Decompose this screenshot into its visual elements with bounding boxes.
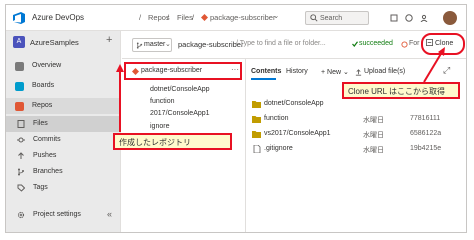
tree-root-item[interactable]: package-subscriber ···	[124, 62, 242, 80]
breadcrumb-chevron-down-icon[interactable]: ⌄	[273, 11, 279, 20]
last-change-date: 水曜日	[363, 147, 384, 154]
sidebar-item-label: Boards	[32, 82, 55, 89]
sidebar-subitem-pushes[interactable]: Pushes	[6, 148, 120, 164]
sidebar-item-repos[interactable]: Repos	[6, 98, 120, 114]
path-search-input[interactable]: / Type to find a file or folder...	[236, 40, 326, 47]
azure-devops-logo-icon[interactable]	[12, 11, 26, 25]
breadcrumb-repo[interactable]: package-subscriber	[210, 13, 275, 22]
fork-icon	[401, 41, 408, 48]
sidebar-subitem-branches[interactable]: Branches	[6, 164, 120, 180]
folder-icon	[252, 131, 261, 138]
user-settings-icon[interactable]	[420, 14, 428, 22]
project-badge: A	[13, 36, 25, 48]
table-row[interactable]: vs2017/ConsoleApp1 水曜日 6586122a	[247, 127, 466, 142]
table-row[interactable]: function 水曜日 77816111	[247, 112, 466, 127]
tree-root-label: package-subscriber	[141, 67, 203, 74]
sidebar-subitem-commits[interactable]: Commits	[6, 132, 120, 148]
breadcrumb-separator: /	[139, 13, 142, 22]
project-settings[interactable]: Project settings «	[6, 207, 120, 223]
upload-icon	[355, 69, 362, 76]
project-header[interactable]: A AzureSamples +	[6, 31, 120, 51]
table-row[interactable]: .gitignore 水曜日 19b4215e	[247, 142, 466, 157]
help-icon[interactable]	[405, 14, 413, 22]
sidebar-item-overview[interactable]: Overview	[6, 58, 120, 74]
pushes-icon	[18, 152, 24, 159]
breadcrumb-separator: /	[192, 13, 195, 22]
branch-selector[interactable]: master ⌄	[132, 38, 172, 52]
branches-icon	[18, 168, 24, 176]
sidebar-item-boards[interactable]: Boards	[6, 78, 120, 94]
file-name: .gitignore	[264, 145, 293, 152]
avatar[interactable]	[443, 11, 457, 25]
sidebar-subitem-files[interactable]: Files	[6, 116, 120, 132]
callout-clone-url: Clone URL はここから取得	[342, 82, 460, 99]
table-row[interactable]: dotnet/ConsoleApp	[247, 97, 466, 112]
notifications-icon[interactable]	[390, 14, 398, 22]
sidebar-subitem-label: Pushes	[33, 152, 57, 159]
sidebar-subitem-label: Tags	[33, 184, 48, 191]
sidebar: A AzureSamples + Overview Boards Repos F…	[6, 31, 121, 232]
repo-path-root[interactable]: package-subscriber	[178, 40, 243, 49]
commit-id[interactable]: 19b4215e	[410, 145, 441, 152]
branch-label: master	[144, 41, 166, 48]
chevron-down-icon: ⌄	[165, 41, 171, 48]
commit-id[interactable]: 77816111	[410, 115, 440, 122]
new-button[interactable]: + New ⌄	[321, 68, 349, 76]
brand-name[interactable]: Azure DevOps	[32, 13, 84, 22]
commits-icon	[17, 137, 25, 143]
sidebar-subitem-tags[interactable]: Tags	[6, 180, 120, 196]
collapse-sidebar-icon[interactable]: «	[107, 209, 112, 219]
project-name: AzureSamples	[30, 38, 79, 47]
active-tab-indicator	[251, 78, 276, 80]
callout-arrow-icon	[116, 64, 124, 132]
tree-item[interactable]: ignore	[150, 123, 169, 130]
file-name: vs2017/ConsoleApp1	[264, 130, 331, 137]
sidebar-item-label: Overview	[32, 62, 62, 69]
folder-icon	[252, 116, 261, 123]
search-input[interactable]: Search	[305, 11, 369, 25]
tab-contents[interactable]: Contents	[251, 68, 281, 75]
upload-files-button[interactable]: Upload file(s)	[364, 68, 405, 75]
app-window: Azure DevOps / Repos / Files / package-s…	[5, 4, 467, 233]
folder-icon	[252, 101, 261, 108]
project-settings-label: Project settings	[33, 211, 81, 218]
files-icon	[17, 120, 25, 128]
breadcrumb-separator: /	[167, 13, 170, 22]
add-icon[interactable]: +	[106, 34, 112, 46]
callout-arrow-icon	[423, 47, 445, 83]
sidebar-subitem-label: Branches	[33, 168, 63, 175]
clone-icon	[426, 39, 433, 46]
file-name: function	[264, 115, 289, 122]
breadcrumb-files[interactable]: Files	[177, 13, 193, 22]
build-status-text[interactable]: succeeded	[359, 40, 393, 47]
sidebar-item-label: Repos	[32, 102, 53, 109]
gear-icon	[17, 211, 25, 219]
file-name: dotnet/ConsoleApp	[264, 100, 324, 107]
branch-icon	[136, 42, 143, 49]
more-options-icon[interactable]: ···	[231, 65, 239, 74]
repo-diamond-icon	[201, 14, 208, 21]
fork-button[interactable]: For	[409, 40, 420, 47]
top-bar: Azure DevOps / Repos / Files / package-s…	[6, 5, 466, 31]
file-icon	[253, 145, 261, 153]
callout-created-repo: 作成したレポジトリ	[113, 133, 232, 150]
repos-icon	[15, 102, 24, 111]
boards-icon	[15, 82, 24, 91]
tree-item[interactable]: dotnet/ConsoleApp	[150, 86, 210, 93]
sidebar-subitem-label: Files	[33, 120, 48, 127]
repo-toolbar: master ⌄ package-subscriber / Type to fi…	[122, 31, 466, 59]
search-placeholder: Search	[320, 15, 343, 22]
tree-item[interactable]: 2017/ConsoleApp1	[150, 110, 210, 117]
overview-icon	[15, 62, 24, 71]
tab-history[interactable]: History	[286, 68, 308, 75]
tag-icon	[17, 184, 25, 192]
last-change-date: 水曜日	[363, 132, 384, 139]
build-status-check-icon	[352, 41, 358, 47]
commit-id[interactable]: 6586122a	[410, 130, 441, 137]
last-change-date: 水曜日	[363, 117, 384, 124]
sidebar-subitem-label: Commits	[33, 136, 61, 143]
tree-item[interactable]: function	[150, 98, 175, 105]
search-icon	[310, 14, 318, 22]
